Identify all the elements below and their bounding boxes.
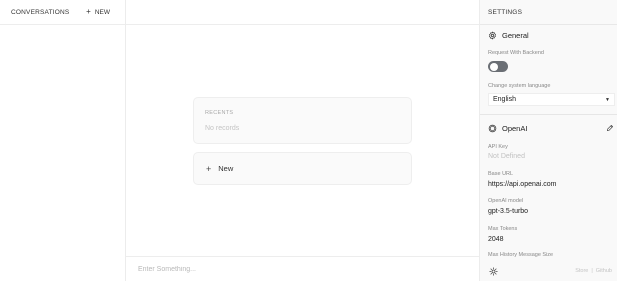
sidebar-title: CONVERSATIONS: [11, 8, 70, 16]
message-input-bar: [126, 256, 479, 281]
new-conversation-label: NEW: [94, 8, 110, 16]
chevron-down-icon: ▼: [605, 96, 610, 103]
new-conversation-button[interactable]: + NEW: [81, 5, 115, 19]
openai-logo-icon: [488, 124, 497, 133]
footer-links: Store | Github: [575, 268, 612, 274]
conversations-sidebar: CONVERSATIONS + NEW: [0, 0, 126, 281]
openai-section-title: OpenAI: [488, 124, 527, 133]
message-input[interactable]: [138, 265, 438, 273]
max-tokens-label: Max Tokens: [488, 226, 518, 232]
settings-title: SETTINGS: [488, 8, 523, 16]
base-url-value[interactable]: https://api.openai.com: [488, 181, 557, 188]
new-chat-card[interactable]: + New: [193, 152, 412, 185]
recents-title: RECENTS: [205, 110, 234, 116]
main-header: [126, 0, 479, 25]
new-chat-label: New: [218, 164, 234, 173]
sidebar-header: CONVERSATIONS + NEW: [0, 0, 125, 25]
toggle-knob: [489, 62, 498, 71]
max-history-label: Max History Message Size: [488, 252, 554, 258]
general-section-title: General: [488, 31, 529, 40]
settings-panel: SETTINGS General Request With Backend Ch…: [479, 0, 617, 281]
backend-label: Request With Backend: [488, 50, 544, 56]
general-title: General: [502, 31, 529, 40]
max-tokens-value[interactable]: 2048: [488, 236, 504, 243]
main-panel: RECENTS No records + New: [126, 0, 479, 281]
settings-header: SETTINGS: [480, 0, 617, 25]
language-select[interactable]: English ▼: [488, 93, 615, 106]
backend-toggle[interactable]: [488, 61, 508, 72]
settings-footer: Store | Github: [480, 261, 617, 281]
recents-empty-text: No records: [205, 125, 240, 132]
language-label: Change system language: [488, 83, 551, 89]
footer-separator: |: [591, 268, 593, 274]
model-label: OpenAI model: [488, 198, 524, 204]
model-value[interactable]: gpt-3.5-turbo: [488, 208, 528, 215]
openai-title: OpenAI: [502, 124, 528, 133]
section-divider: [480, 114, 617, 115]
language-value: English: [493, 96, 516, 103]
gear-icon: [489, 31, 496, 40]
github-link[interactable]: Github: [596, 268, 612, 274]
store-link[interactable]: Store: [575, 268, 588, 274]
api-key-value[interactable]: Not Defined: [488, 153, 525, 160]
plus-icon: +: [206, 163, 212, 174]
pencil-icon[interactable]: [606, 124, 614, 132]
api-key-label: API Key: [488, 144, 508, 150]
base-url-label: Base URL: [488, 171, 514, 177]
plus-icon: +: [86, 7, 91, 16]
sun-icon[interactable]: [489, 266, 498, 276]
recents-card: RECENTS No records: [193, 97, 412, 144]
